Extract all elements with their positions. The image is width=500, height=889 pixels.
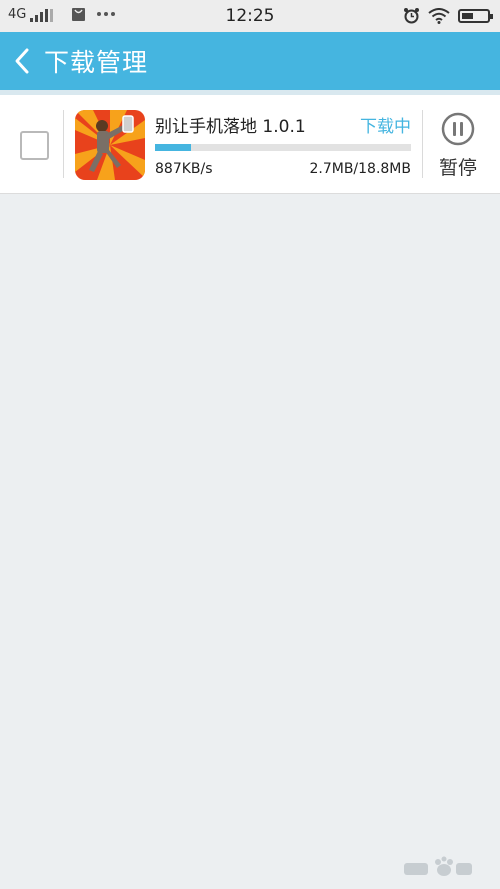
page-title: 下载管理 (44, 48, 149, 77)
select-checkbox[interactable] (20, 131, 49, 160)
app-icon (75, 110, 145, 180)
divider (63, 110, 64, 178)
battery-icon (458, 8, 493, 23)
system-icons (403, 7, 493, 24)
pause-circle-icon (441, 112, 475, 146)
alarm-icon (404, 8, 419, 24)
pause-button[interactable]: 暂停 (424, 109, 492, 184)
back-button[interactable] (0, 32, 44, 90)
chevron-left-icon (15, 48, 29, 74)
download-progress-bar (155, 144, 411, 151)
watermark-logo (402, 855, 474, 879)
download-status: 下载中 (360, 117, 411, 137)
pause-label: 暂停 (438, 157, 477, 179)
status-bar: 4G 12:25 (0, 0, 500, 32)
app-header: 下载管理 (0, 32, 500, 90)
download-speed: 887KB/s (155, 161, 213, 177)
divider (422, 110, 423, 178)
app-name: 别让手机落地 1.0.1 (155, 117, 306, 137)
progress-fill (155, 144, 191, 151)
download-size: 2.7MB/18.8MB (309, 161, 411, 177)
wifi-icon (428, 7, 450, 24)
